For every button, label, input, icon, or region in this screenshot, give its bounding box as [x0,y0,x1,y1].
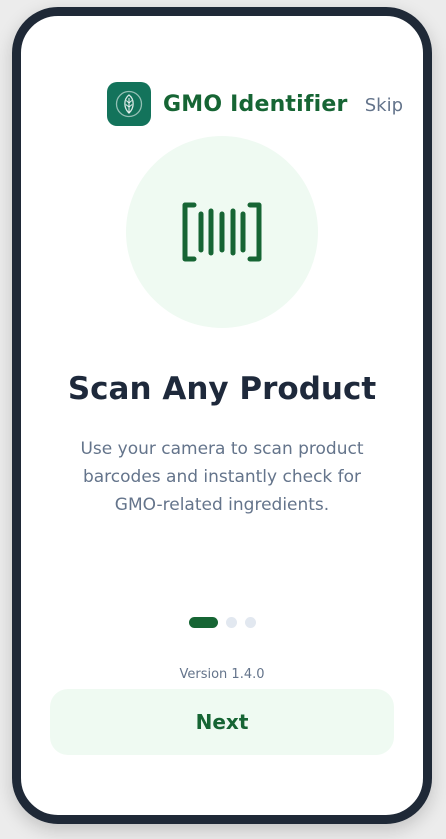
barcode-scan-icon [182,202,262,262]
app-version: Version 1.4.0 [179,667,265,682]
page-dot[interactable] [244,617,256,628]
page-dot[interactable] [225,617,237,628]
hero-illustration [126,136,318,328]
pagination-dots [21,617,423,628]
page-dot-active[interactable] [188,617,218,628]
slide-title: Scan Any Product [67,371,377,407]
device-frame: GMO Identifier Skip Scan Any Product Use… [12,7,432,824]
app-title: GMO Identifier [163,91,348,117]
next-button[interactable]: Next [50,689,394,755]
skip-button[interactable]: Skip [365,95,403,116]
app-brand: GMO Identifier [107,82,348,126]
onboarding-screen: GMO Identifier Skip Scan Any Product Use… [21,16,423,815]
leaf-icon [107,82,151,126]
slide-description: Use your camera to scan product barcodes… [80,439,364,515]
